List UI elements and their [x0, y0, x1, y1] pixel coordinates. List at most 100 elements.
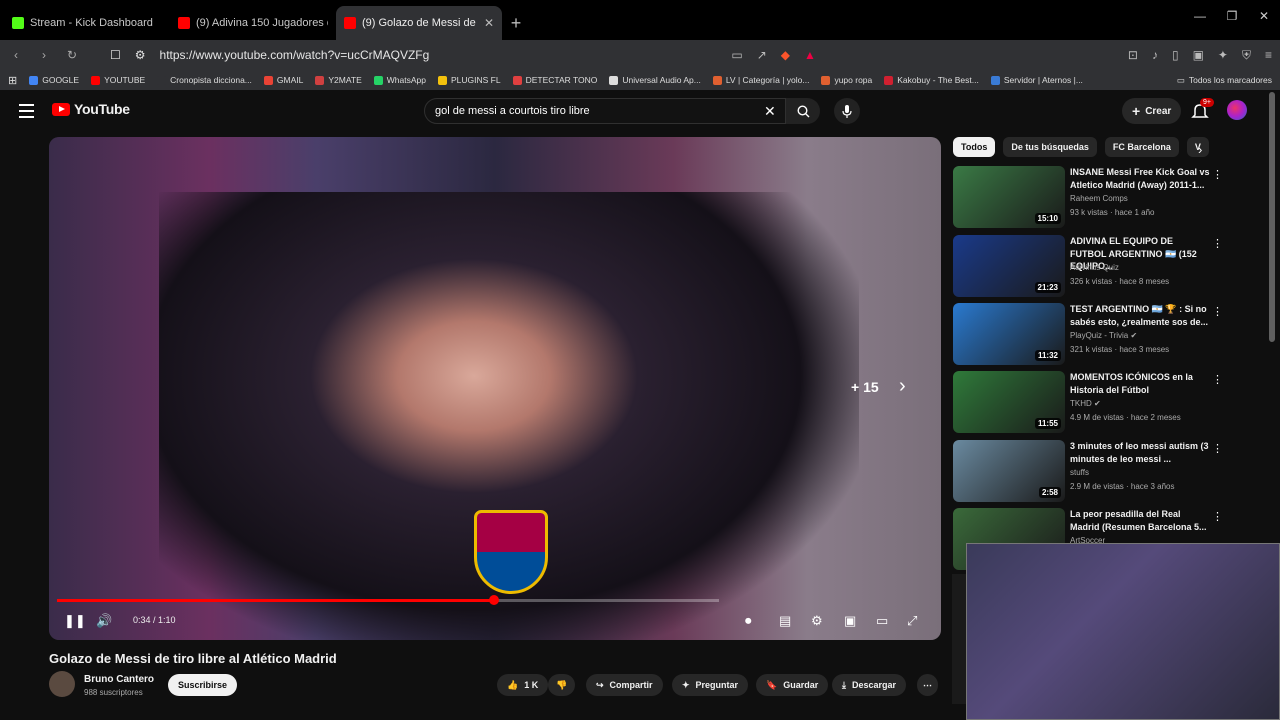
recommended-video[interactable]: 11:32 TEST ARGENTINO 🇦🇷 🏆 : Si no sabés e… [953, 303, 1228, 365]
kebab-menu-icon[interactable]: ⋮ [1212, 442, 1223, 455]
clear-search-icon[interactable]: ✕ [764, 103, 776, 120]
maximize-icon[interactable]: ❐ [1216, 0, 1248, 32]
bookmark-item[interactable]: yupo ropa [821, 75, 872, 85]
recommended-title[interactable]: MOMENTOS ICÓNICOS en la Historia del Fút… [1070, 371, 1210, 396]
site-info-icon[interactable]: ⚙ [135, 48, 146, 62]
pause-icon[interactable]: ❚❚ [64, 613, 86, 629]
share-button[interactable]: ↪ Compartir [586, 674, 663, 696]
bookmark-item[interactable]: DETECTAR TONO [512, 75, 597, 85]
dislike-button[interactable]: 👎 [548, 674, 576, 696]
settings-gear-icon[interactable]: ⚙ [811, 613, 823, 629]
chip-todos[interactable]: Todos [953, 137, 996, 157]
browser-tab-adivina[interactable]: (9) Adivina 150 Jugadores de Fútbol [170, 6, 336, 40]
guide-menu-icon[interactable] [19, 104, 34, 122]
autoplay-toggle[interactable]: ⏺ [745, 613, 752, 629]
kebab-menu-icon[interactable]: ⋮ [1212, 305, 1223, 318]
close-window-icon[interactable]: ✕ [1248, 0, 1280, 32]
recommended-video[interactable]: 2:58 3 minutes of leo messi autism (3 min… [953, 440, 1228, 502]
voice-search-button[interactable] [834, 98, 860, 124]
recommended-channel[interactable]: Adivinus Quiz [1070, 263, 1119, 272]
rewards-icon[interactable]: ▲ [804, 48, 816, 62]
recommended-channel[interactable]: TKHD ✔ [1070, 399, 1101, 408]
video-thumbnail[interactable]: 15:10 [953, 166, 1065, 228]
channel-name[interactable]: Bruno Cantero [84, 674, 154, 685]
cast-icon[interactable]: ▭ [731, 48, 742, 62]
minimize-icon[interactable]: — [1184, 0, 1216, 32]
recommended-video[interactable]: 21:23 ADIVINA EL EQUIPO DE FUTBOL ARGENTI… [953, 235, 1228, 297]
bookmark-item[interactable]: PLUGINS FL [437, 75, 501, 85]
bookmark-icon[interactable]: ☐ [110, 48, 121, 62]
bookmark-item[interactable]: Kakobuy - The Best... [884, 75, 979, 85]
kebab-menu-icon[interactable]: ⋮ [1212, 510, 1223, 523]
subscribe-button[interactable]: Suscribirse [168, 674, 238, 696]
new-tab-button[interactable]: + [502, 6, 530, 40]
search-input[interactable]: gol de messi a courtois tiro libre [424, 98, 786, 124]
miniplayer-icon[interactable]: ▣ [844, 613, 856, 629]
all-bookmarks[interactable]: ▭ Todos los marcadores [1177, 75, 1272, 86]
wallet-icon[interactable]: ▣ [1193, 48, 1204, 63]
bookmark-item[interactable]: Cronopista dicciona... [157, 75, 252, 85]
bookmark-item[interactable]: LV | Categoría | yolo... [712, 75, 809, 85]
scrollbar-thumb[interactable] [1269, 92, 1275, 342]
bookmark-item[interactable]: YOUTUBE [91, 75, 145, 85]
kebab-menu-icon[interactable]: ⋮ [1212, 237, 1223, 250]
subtitles-icon[interactable]: ▤ [779, 613, 791, 629]
more-actions-button[interactable]: ⋯ [917, 674, 938, 696]
fullscreen-icon[interactable]: ⤢ [907, 613, 917, 629]
youtube-logo[interactable]: YouTube [52, 101, 130, 117]
forward-icon[interactable]: › [36, 48, 52, 62]
recommended-title[interactable]: INSANE Messi Free Kick Goal vs Atletico … [1070, 166, 1210, 191]
brave-shield-icon[interactable]: ◆ [781, 48, 790, 62]
menu-icon[interactable]: ≡ [1265, 48, 1272, 63]
close-tab-icon[interactable]: ✕ [484, 16, 494, 30]
recommended-title[interactable]: TEST ARGENTINO 🇦🇷 🏆 : Si no sabés esto, … [1070, 303, 1210, 328]
bookmark-item[interactable]: GOOGLE [29, 75, 79, 85]
search-button[interactable] [786, 98, 820, 124]
video-thumbnail[interactable]: 11:55 [953, 371, 1065, 433]
cast-icon[interactable]: ▭ [876, 613, 888, 629]
video-thumbnail[interactable]: 2:58 [953, 440, 1065, 502]
skip-forward-label[interactable]: + 15 [851, 379, 879, 395]
share-icon[interactable]: ↗ [757, 48, 767, 62]
bookmark-item[interactable]: WhatsApp [373, 75, 426, 85]
recommended-channel[interactable]: Raheem Comps [1070, 194, 1128, 203]
recommended-title[interactable]: La peor pesadilla del Real Madrid (Resum… [1070, 508, 1210, 533]
recommended-title[interactable]: 3 minutes of leo messi autism (3 minutes… [1070, 440, 1210, 465]
avatar[interactable] [1227, 100, 1247, 120]
back-icon[interactable]: ‹ [8, 48, 24, 62]
like-button[interactable]: 👍 1 K [497, 674, 549, 696]
extensions-icon[interactable]: ✦ [1218, 48, 1228, 63]
video-player[interactable]: + 15 › ❚❚ 🔊 0:34 / 1:10 ⏺ ▤ ⚙ ▣ ▭ ⤢ [49, 137, 941, 640]
download-button[interactable]: ⤓ Descargar [832, 674, 907, 696]
reload-icon[interactable]: ↻ [64, 48, 80, 62]
chevron-right-icon[interactable]: › [1198, 142, 1202, 157]
scrubber-handle[interactable] [488, 595, 499, 605]
recommended-video[interactable]: 15:10 INSANE Messi Free Kick Goal vs Atle… [953, 166, 1228, 228]
video-thumbnail[interactable]: 21:23 [953, 235, 1065, 297]
bookmark-item[interactable]: Servidor | Aternos |... [990, 75, 1083, 85]
browser-tab-kick[interactable]: Stream - Kick Dashboard [4, 6, 170, 40]
create-button[interactable]: + Crear [1122, 98, 1182, 124]
bookmark-item[interactable]: Universal Audio Ap... [609, 75, 701, 85]
progress-bar[interactable] [57, 595, 719, 605]
music-icon[interactable]: ♪ [1152, 48, 1158, 63]
browser-tab-golazo[interactable]: (9) Golazo de Messi de tiro lib ✕ [336, 6, 502, 40]
bookmark-item[interactable]: GMAIL [263, 75, 303, 85]
recommended-channel[interactable]: PlayQuiz - Trivia ✔ [1070, 331, 1137, 340]
recommended-video[interactable]: 11:55 MOMENTOS ICÓNICOS en la Historia de… [953, 371, 1228, 433]
sidebar-icon[interactable]: ▯ [1172, 48, 1179, 63]
chip-de-tus-busquedas[interactable]: De tus búsquedas [1003, 137, 1097, 157]
omnibox[interactable]: ☐ ⚙ https://www.youtube.com/watch?v=ucCr… [92, 48, 719, 62]
recommended-channel[interactable]: stuffs [1070, 468, 1089, 477]
chevron-right-icon[interactable]: › [899, 375, 906, 398]
kebab-menu-icon[interactable]: ⋮ [1212, 373, 1223, 386]
channel-avatar[interactable] [49, 671, 75, 697]
bookmark-item[interactable]: Y2MATE [315, 75, 362, 85]
volume-icon[interactable]: 🔊 [96, 613, 112, 629]
apps-icon[interactable]: ⊞ [8, 74, 17, 87]
save-button[interactable]: 🔖 Guardar [756, 674, 829, 696]
vpn-icon[interactable]: ⛨ [1242, 48, 1251, 63]
video-thumbnail[interactable]: 11:32 [953, 303, 1065, 365]
screenshot-icon[interactable]: ⊡ [1128, 48, 1138, 63]
ask-button[interactable]: ✦ Preguntar [672, 674, 749, 696]
